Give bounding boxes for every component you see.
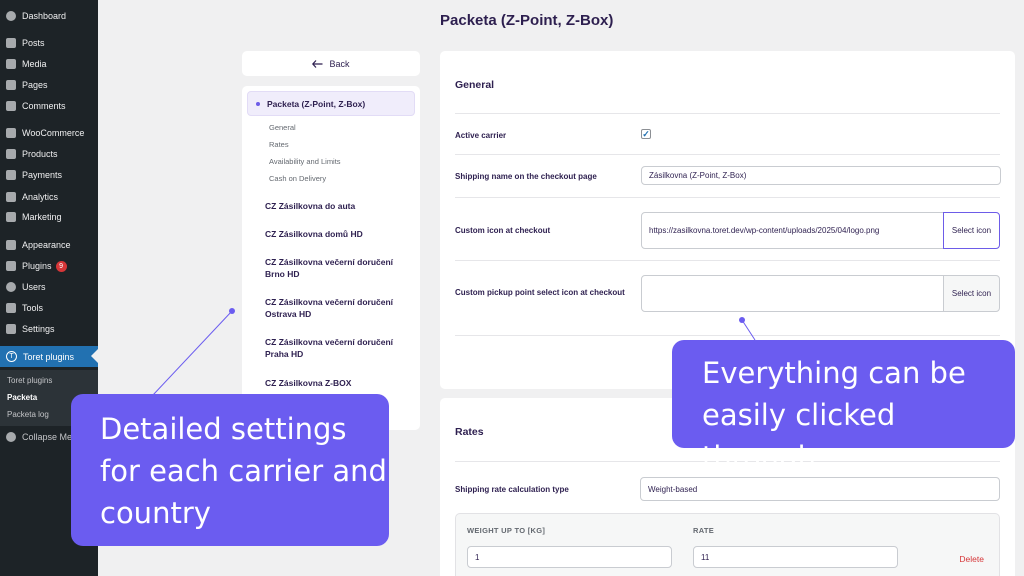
menu-label: Plugins [22, 261, 52, 271]
custom-icon-label: Custom icon at checkout [455, 226, 551, 235]
menu-media[interactable]: Media [0, 54, 98, 74]
menu-label: Posts [22, 38, 45, 48]
menu-users[interactable]: Users [0, 277, 98, 297]
analytics-icon [6, 192, 16, 202]
arrow-left-icon [312, 59, 323, 68]
menu-label: WooCommerce [22, 128, 85, 138]
delete-row-link[interactable]: Delete [959, 554, 984, 564]
active-carrier-checkbox[interactable]: ✓ [641, 129, 651, 139]
subnav-availability[interactable]: Availability and Limits [269, 157, 341, 166]
menu-analytics[interactable]: Analytics [0, 187, 98, 207]
menu-comments[interactable]: Comments [0, 96, 98, 116]
menu-label: Dashboard [22, 11, 67, 21]
pin-icon [6, 38, 16, 48]
menu-marketing[interactable]: Marketing [0, 207, 98, 227]
menu-posts[interactable]: Posts [0, 33, 98, 53]
menu-payments[interactable]: Payments [0, 165, 98, 185]
carrier-item[interactable]: CZ Zásilkovna večerní doručení Praha HD [265, 336, 413, 360]
menu-label: Marketing [22, 212, 62, 222]
carrier-item[interactable]: CZ Zásilkovna Z-BOX [265, 377, 413, 389]
menu-label: Analytics [22, 192, 59, 202]
rates-title: Rates [455, 426, 484, 438]
back-label: Back [329, 58, 350, 69]
subnav-general[interactable]: General [269, 123, 296, 132]
menu-products[interactable]: Products [0, 144, 98, 164]
menu-dashboard[interactable]: Dashboard [0, 6, 98, 26]
pickup-icon-url-input[interactable] [641, 275, 945, 312]
menu-label: Tools [22, 303, 44, 313]
menu-appearance[interactable]: Appearance [0, 235, 98, 255]
menu-tools[interactable]: Tools [0, 298, 98, 318]
active-carrier-label: Active carrier [455, 131, 507, 140]
tools-icon [6, 303, 16, 313]
rates-table: WEIGHT UP TO [KG] RATE 1 11 Delete [455, 513, 1000, 576]
general-card: General Active carrier ✓ Shipping name o… [440, 51, 1015, 389]
pages-icon [6, 80, 16, 90]
active-dot-icon [256, 101, 260, 106]
media-icon [6, 59, 16, 69]
carrier-item[interactable]: CZ Zásilkovna domů HD [265, 228, 413, 240]
submenu-toret-plugins[interactable]: Toret plugins [7, 376, 52, 385]
subnav-rates[interactable]: Rates [269, 140, 289, 149]
submenu-packeta-log[interactable]: Packeta log [7, 410, 49, 419]
products-icon [6, 149, 16, 159]
menu-label: Payments [22, 170, 63, 180]
select-icon-button[interactable]: Select icon [943, 212, 1000, 249]
general-title: General [455, 79, 495, 91]
toret-icon: T [6, 351, 17, 362]
custom-icon-url-input[interactable]: https://zasilkovna.toret.dev/wp-content/… [641, 212, 945, 249]
menu-pages[interactable]: Pages [0, 75, 98, 95]
page-title: Packeta (Z-Point, Z-Box) [440, 12, 614, 29]
divider [455, 260, 1000, 261]
menu-label: Comments [22, 101, 66, 111]
menu-plugins[interactable]: Plugins 9 [0, 256, 98, 276]
update-count-badge: 9 [55, 260, 67, 272]
users-icon [6, 282, 16, 292]
menu-settings[interactable]: Settings [0, 319, 98, 339]
subnav-cod[interactable]: Cash on Delivery [269, 174, 326, 183]
divider [455, 154, 1000, 155]
rate-input[interactable]: 11 [693, 546, 898, 568]
plugins-icon [6, 261, 16, 271]
col-weight-header: WEIGHT UP TO [KG] [467, 526, 546, 535]
shipping-name-input[interactable]: Zásilkovna (Z-Point, Z-Box) [641, 166, 1001, 185]
back-button[interactable]: Back [242, 51, 420, 76]
woocommerce-icon [6, 128, 16, 138]
col-rate-header: RATE [693, 526, 715, 535]
shipping-name-label: Shipping name on the checkout page [455, 172, 597, 181]
weight-input[interactable]: 1 [467, 546, 672, 568]
menu-label: Appearance [22, 240, 71, 250]
pickup-icon-label: Custom pickup point select icon at check… [455, 288, 625, 297]
payments-icon [6, 170, 16, 180]
menu-toret-plugins[interactable]: T Toret plugins [0, 346, 98, 367]
carrier-nav-panel: Packeta (Z-Point, Z-Box) General Rates A… [242, 86, 420, 430]
divider [455, 335, 1000, 336]
menu-woocommerce[interactable]: WooCommerce [0, 123, 98, 143]
marketing-icon [6, 212, 16, 222]
carrier-item[interactable]: CZ Zásilkovna do auta [265, 200, 413, 212]
menu-label: Pages [22, 80, 48, 90]
settings-icon [6, 324, 16, 334]
menu-label: Products [22, 149, 58, 159]
carrier-item[interactable]: CZ Zásilkovna večerní doručení Ostrava H… [265, 296, 413, 320]
submenu-packeta[interactable]: Packeta [7, 393, 37, 402]
collapse-icon [6, 432, 16, 442]
comments-icon [6, 101, 16, 111]
calc-type-select[interactable]: Weight-based [640, 477, 1000, 501]
carrier-item[interactable]: CZ Zásilkovna večerní doručení Brno HD [265, 256, 413, 280]
menu-label: Users [22, 282, 46, 292]
callout-detailed-settings: Detailed settings for each carrier and c… [71, 394, 389, 546]
carrier-label: Packeta (Z-Point, Z-Box) [267, 98, 366, 109]
callout-clicked-through: Everything can be easily clicked through [672, 340, 1015, 474]
menu-label: Toret plugins [23, 351, 75, 362]
menu-label: Media [22, 59, 47, 69]
dashboard-icon [6, 11, 16, 21]
appearance-icon [6, 240, 16, 250]
menu-label: Settings [22, 324, 55, 334]
calc-type-label: Shipping rate calculation type [455, 485, 569, 494]
select-pickup-icon-button[interactable]: Select icon [943, 275, 1000, 312]
divider [455, 197, 1000, 198]
divider [455, 113, 1000, 114]
carrier-item-active[interactable]: Packeta (Z-Point, Z-Box) [247, 91, 415, 116]
